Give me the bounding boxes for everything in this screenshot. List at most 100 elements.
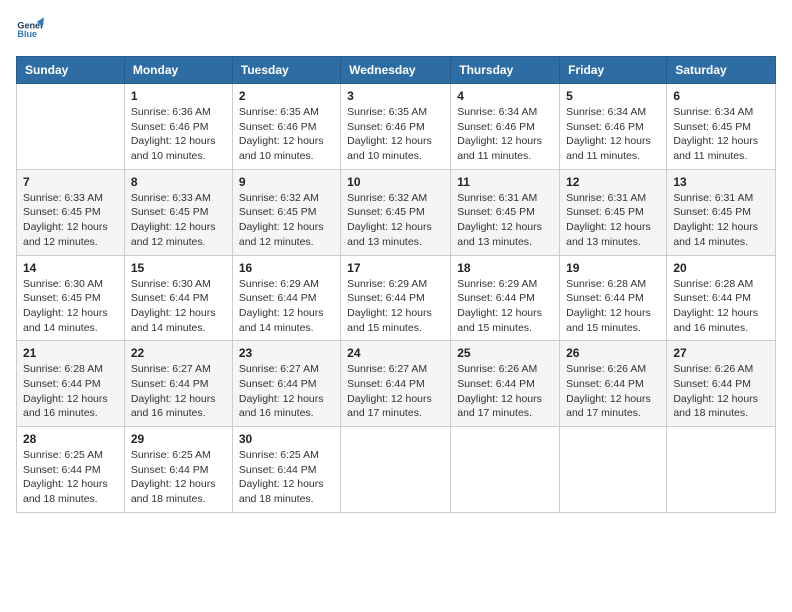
- calendar-cell: 27 Sunrise: 6:26 AMSunset: 6:44 PMDayligh…: [667, 341, 776, 427]
- calendar-cell: 22 Sunrise: 6:27 AMSunset: 6:44 PMDayligh…: [124, 341, 232, 427]
- day-info: Sunrise: 6:27 AMSunset: 6:44 PMDaylight:…: [239, 362, 334, 421]
- calendar-cell: 17 Sunrise: 6:29 AMSunset: 6:44 PMDayligh…: [341, 255, 451, 341]
- calendar-cell: 10 Sunrise: 6:32 AMSunset: 6:45 PMDayligh…: [341, 169, 451, 255]
- day-info: Sunrise: 6:30 AMSunset: 6:44 PMDaylight:…: [131, 277, 226, 336]
- calendar-cell: 29 Sunrise: 6:25 AMSunset: 6:44 PMDayligh…: [124, 427, 232, 513]
- logo: General Blue: [16, 16, 44, 44]
- calendar-cell: 14 Sunrise: 6:30 AMSunset: 6:45 PMDayligh…: [17, 255, 125, 341]
- day-number: 19: [566, 261, 660, 275]
- day-info: Sunrise: 6:26 AMSunset: 6:44 PMDaylight:…: [673, 362, 769, 421]
- day-info: Sunrise: 6:25 AMSunset: 6:44 PMDaylight:…: [131, 448, 226, 507]
- calendar-cell: 6 Sunrise: 6:34 AMSunset: 6:45 PMDaylight…: [667, 84, 776, 170]
- calendar-cell: 15 Sunrise: 6:30 AMSunset: 6:44 PMDayligh…: [124, 255, 232, 341]
- day-info: Sunrise: 6:31 AMSunset: 6:45 PMDaylight:…: [457, 191, 553, 250]
- calendar-cell: 4Sunrise: 6:34 AMSunset: 6:46 PMDaylight…: [451, 84, 560, 170]
- calendar-cell: 1 Sunrise: 6:36 AMSunset: 6:46 PMDaylight…: [124, 84, 232, 170]
- day-info: Sunrise: 6:29 AMSunset: 6:44 PMDaylight:…: [347, 277, 444, 336]
- weekday-header: Saturday: [667, 57, 776, 84]
- day-number: 26: [566, 346, 660, 360]
- day-info: Sunrise: 6:26 AMSunset: 6:44 PMDaylight:…: [566, 362, 660, 421]
- day-info: Sunrise: 6:35 AMSunset: 6:46 PMDaylight:…: [347, 105, 444, 164]
- day-number: 1: [131, 89, 226, 103]
- day-info: Sunrise: 6:32 AMSunset: 6:45 PMDaylight:…: [239, 191, 334, 250]
- day-number: 16: [239, 261, 334, 275]
- logo-icon: General Blue: [16, 16, 44, 44]
- day-info: Sunrise: 6:34 AMSunset: 6:46 PMDaylight:…: [457, 105, 553, 164]
- day-number: 17: [347, 261, 444, 275]
- day-number: 25: [457, 346, 553, 360]
- day-info: Sunrise: 6:33 AMSunset: 6:45 PMDaylight:…: [131, 191, 226, 250]
- day-info: Sunrise: 6:28 AMSunset: 6:44 PMDaylight:…: [673, 277, 769, 336]
- calendar-week-row: 7 Sunrise: 6:33 AMSunset: 6:45 PMDaylight…: [17, 169, 776, 255]
- day-number: 5: [566, 89, 660, 103]
- calendar-cell: 28 Sunrise: 6:25 AMSunset: 6:44 PMDayligh…: [17, 427, 125, 513]
- day-info: Sunrise: 6:25 AMSunset: 6:44 PMDaylight:…: [23, 448, 118, 507]
- day-number: 21: [23, 346, 118, 360]
- calendar-cell: 11Sunrise: 6:31 AMSunset: 6:45 PMDayligh…: [451, 169, 560, 255]
- day-info: Sunrise: 6:28 AMSunset: 6:44 PMDaylight:…: [23, 362, 118, 421]
- calendar-week-row: 14 Sunrise: 6:30 AMSunset: 6:45 PMDayligh…: [17, 255, 776, 341]
- calendar-cell: 3 Sunrise: 6:35 AMSunset: 6:46 PMDaylight…: [341, 84, 451, 170]
- day-number: 20: [673, 261, 769, 275]
- calendar-cell: 7Sunrise: 6:33 AMSunset: 6:45 PMDaylight…: [17, 169, 125, 255]
- day-number: 10: [347, 175, 444, 189]
- day-number: 3: [347, 89, 444, 103]
- day-number: 9: [239, 175, 334, 189]
- day-number: 6: [673, 89, 769, 103]
- day-number: 27: [673, 346, 769, 360]
- calendar-cell: 30Sunrise: 6:25 AMSunset: 6:44 PMDayligh…: [232, 427, 340, 513]
- day-number: 23: [239, 346, 334, 360]
- day-number: 30: [239, 432, 334, 446]
- day-info: Sunrise: 6:36 AMSunset: 6:46 PMDaylight:…: [131, 105, 226, 164]
- calendar-cell: 12 Sunrise: 6:31 AMSunset: 6:45 PMDayligh…: [560, 169, 667, 255]
- calendar-cell: 26 Sunrise: 6:26 AMSunset: 6:44 PMDayligh…: [560, 341, 667, 427]
- calendar-week-row: 28 Sunrise: 6:25 AMSunset: 6:44 PMDayligh…: [17, 427, 776, 513]
- day-number: 13: [673, 175, 769, 189]
- calendar-cell: 16Sunrise: 6:29 AMSunset: 6:44 PMDayligh…: [232, 255, 340, 341]
- day-info: Sunrise: 6:34 AMSunset: 6:46 PMDaylight:…: [566, 105, 660, 164]
- calendar-table: SundayMondayTuesdayWednesdayThursdayFrid…: [16, 56, 776, 513]
- svg-text:Blue: Blue: [17, 29, 37, 39]
- day-info: Sunrise: 6:28 AMSunset: 6:44 PMDaylight:…: [566, 277, 660, 336]
- day-info: Sunrise: 6:30 AMSunset: 6:45 PMDaylight:…: [23, 277, 118, 336]
- day-number: 18: [457, 261, 553, 275]
- calendar-cell: [560, 427, 667, 513]
- calendar-cell: 20 Sunrise: 6:28 AMSunset: 6:44 PMDayligh…: [667, 255, 776, 341]
- weekday-header: Tuesday: [232, 57, 340, 84]
- calendar-cell: 24 Sunrise: 6:27 AMSunset: 6:44 PMDayligh…: [341, 341, 451, 427]
- day-number: 29: [131, 432, 226, 446]
- day-info: Sunrise: 6:27 AMSunset: 6:44 PMDaylight:…: [131, 362, 226, 421]
- day-number: 24: [347, 346, 444, 360]
- calendar-cell: 21 Sunrise: 6:28 AMSunset: 6:44 PMDayligh…: [17, 341, 125, 427]
- calendar-cell: [451, 427, 560, 513]
- day-number: 22: [131, 346, 226, 360]
- calendar-cell: 2Sunrise: 6:35 AMSunset: 6:46 PMDaylight…: [232, 84, 340, 170]
- calendar-body: 1 Sunrise: 6:36 AMSunset: 6:46 PMDaylight…: [17, 84, 776, 513]
- calendar-cell: [17, 84, 125, 170]
- day-info: Sunrise: 6:26 AMSunset: 6:44 PMDaylight:…: [457, 362, 553, 421]
- day-number: 7: [23, 175, 118, 189]
- day-info: Sunrise: 6:32 AMSunset: 6:45 PMDaylight:…: [347, 191, 444, 250]
- calendar-cell: 18Sunrise: 6:29 AMSunset: 6:44 PMDayligh…: [451, 255, 560, 341]
- calendar-cell: 5 Sunrise: 6:34 AMSunset: 6:46 PMDaylight…: [560, 84, 667, 170]
- weekday-header: Wednesday: [341, 57, 451, 84]
- day-number: 12: [566, 175, 660, 189]
- weekday-header-row: SundayMondayTuesdayWednesdayThursdayFrid…: [17, 57, 776, 84]
- day-info: Sunrise: 6:34 AMSunset: 6:45 PMDaylight:…: [673, 105, 769, 164]
- day-info: Sunrise: 6:27 AMSunset: 6:44 PMDaylight:…: [347, 362, 444, 421]
- calendar-week-row: 1 Sunrise: 6:36 AMSunset: 6:46 PMDaylight…: [17, 84, 776, 170]
- day-number: 14: [23, 261, 118, 275]
- day-number: 2: [239, 89, 334, 103]
- day-number: 15: [131, 261, 226, 275]
- calendar-cell: 19 Sunrise: 6:28 AMSunset: 6:44 PMDayligh…: [560, 255, 667, 341]
- calendar-cell: 8Sunrise: 6:33 AMSunset: 6:45 PMDaylight…: [124, 169, 232, 255]
- weekday-header: Friday: [560, 57, 667, 84]
- day-number: 28: [23, 432, 118, 446]
- weekday-header: Thursday: [451, 57, 560, 84]
- calendar-cell: 23 Sunrise: 6:27 AMSunset: 6:44 PMDayligh…: [232, 341, 340, 427]
- calendar-cell: [667, 427, 776, 513]
- weekday-header: Sunday: [17, 57, 125, 84]
- calendar-header: SundayMondayTuesdayWednesdayThursdayFrid…: [17, 57, 776, 84]
- day-info: Sunrise: 6:31 AMSunset: 6:45 PMDaylight:…: [566, 191, 660, 250]
- page-header: General Blue: [16, 16, 776, 44]
